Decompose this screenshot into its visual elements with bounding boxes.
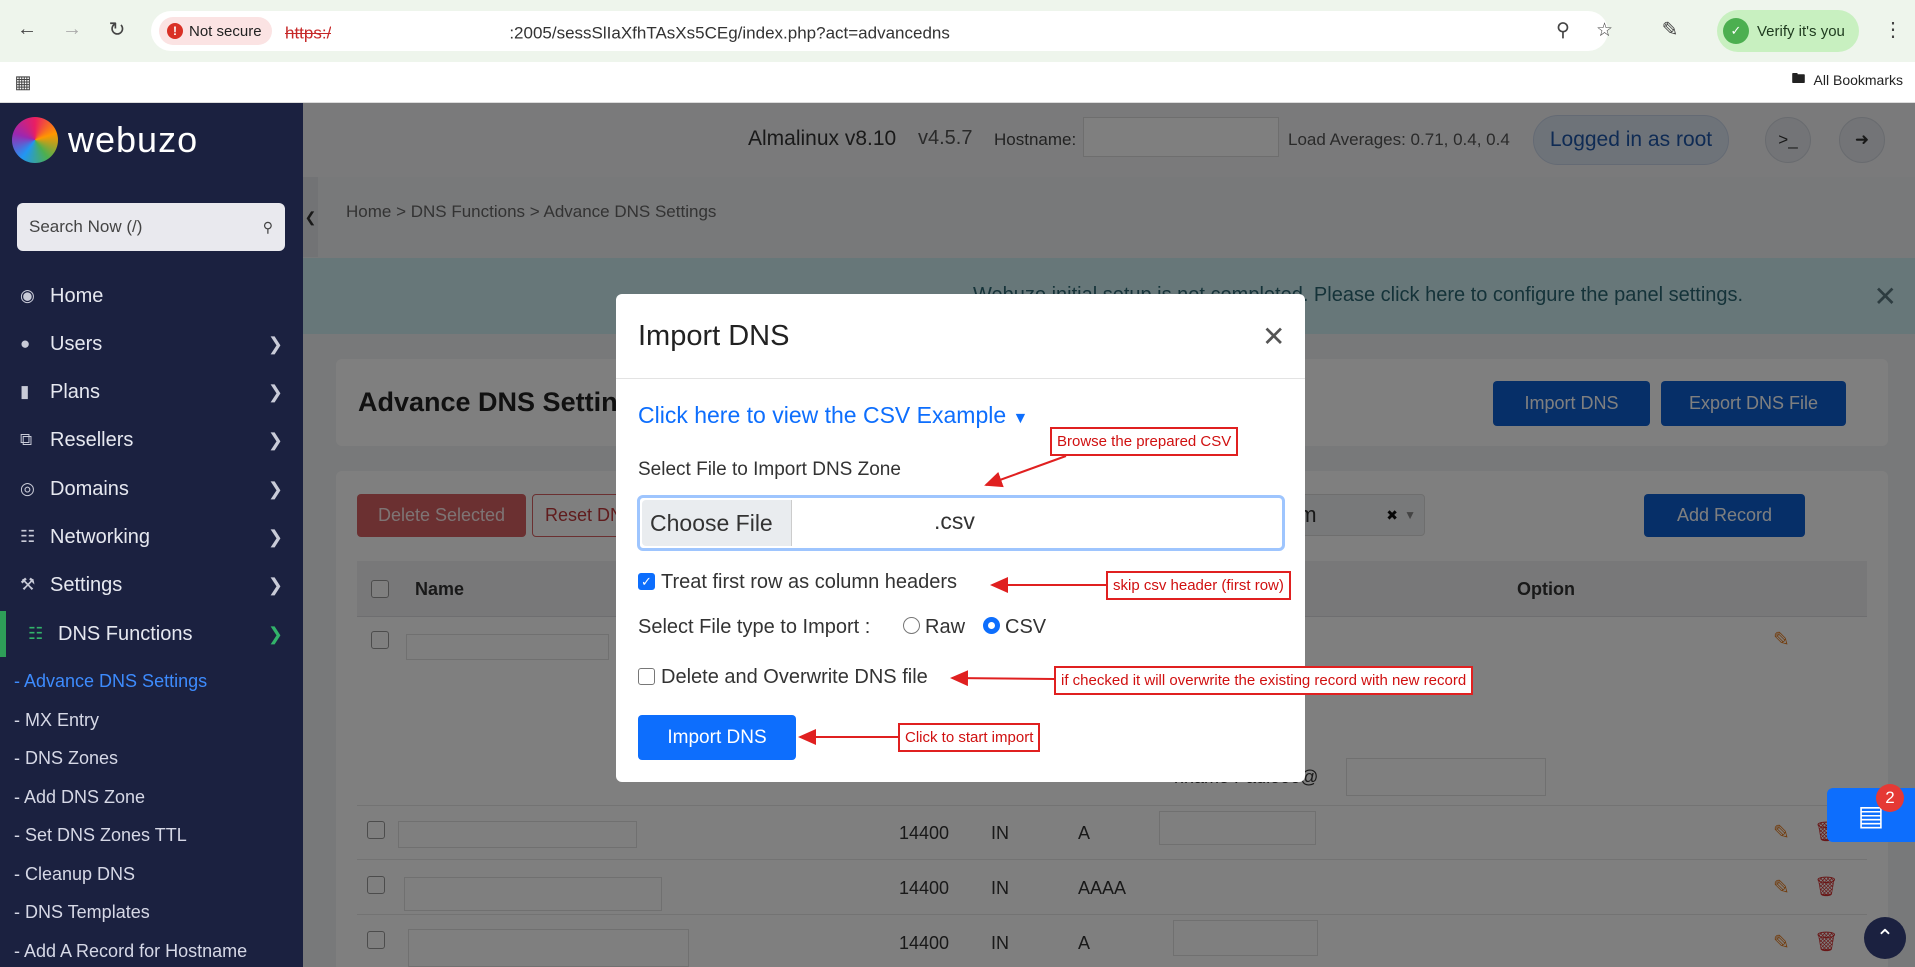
- sidebar-item-label: Plans: [50, 380, 101, 403]
- sidebar-item-resellers[interactable]: ⧉ Resellers ❯: [0, 417, 303, 463]
- back-icon[interactable]: ←: [12, 14, 42, 44]
- modal-title: Import DNS: [638, 320, 790, 352]
- file-name: .csv: [934, 508, 975, 534]
- sidebar-sub-set-ttl[interactable]: - Set DNS Zones TTL: [14, 825, 187, 846]
- menu-icon[interactable]: ⋮: [1878, 14, 1908, 44]
- shield-icon: ✓: [1723, 18, 1749, 44]
- verify-label: Verify it's you: [1757, 22, 1845, 40]
- network-icon: ☷: [20, 527, 36, 546]
- import-dns-modal: Import DNS ✕ Click here to view the CSV …: [616, 294, 1305, 782]
- sidebar-sub-mx-entry[interactable]: - MX Entry: [14, 710, 99, 731]
- all-bookmarks[interactable]: 🖿 All Bookmarks: [1792, 68, 1903, 92]
- chevron-right-icon: ❯: [267, 478, 283, 499]
- wrench-icon: ⚒: [20, 575, 36, 594]
- sidebar-search-input[interactable]: Search Now (/) ⚲: [17, 203, 285, 251]
- file-input[interactable]: Choose File .csv: [637, 495, 1285, 551]
- annotation-overwrite: if checked it will overwrite the existin…: [1054, 666, 1474, 695]
- overwrite-checkbox[interactable]: [638, 668, 655, 685]
- url-scheme: https:/: [285, 23, 332, 43]
- csv-example-label: Click here to view the CSV Example: [638, 402, 1007, 428]
- address-bar[interactable]: ! Not secure https:/ :2005/sessSlIaXfhTAs…: [151, 11, 1613, 51]
- treat-headers-label: Treat first row as column headers: [661, 571, 958, 593]
- sidebar-item-settings[interactable]: ⚒ Settings ❯: [0, 562, 303, 608]
- logo-text: webuzo: [68, 119, 199, 160]
- csv-example-link[interactable]: Click here to view the CSV Example ▼: [638, 402, 1028, 429]
- overwrite-label: Delete and Overwrite DNS file: [661, 666, 928, 688]
- notification-badge: 2: [1876, 784, 1904, 812]
- verify-identity-button[interactable]: ✓ Verify it's you: [1717, 10, 1859, 52]
- logo-icon: [12, 117, 58, 163]
- reload-icon[interactable]: ↻: [102, 14, 132, 44]
- sidebar-item-domains[interactable]: ◎ Domains ❯: [0, 466, 303, 512]
- sidebar-item-home[interactable]: ◉ Home: [0, 273, 303, 319]
- copy-icon: ⧉: [20, 430, 33, 449]
- annotation-skip-header: skip csv header (first row): [1106, 571, 1291, 600]
- search-placeholder: Search Now (/): [29, 217, 143, 236]
- not-secure-label: Not secure: [189, 22, 262, 40]
- extensions-icon[interactable]: ✎: [1655, 14, 1685, 44]
- raw-radio[interactable]: [903, 617, 920, 634]
- sidebar-item-label: DNS Functions: [58, 622, 193, 645]
- sidebar-sub-dns-zones[interactable]: - DNS Zones: [14, 748, 118, 769]
- sidebar-sub-add-dns-zone[interactable]: - Add DNS Zone: [14, 787, 145, 808]
- folder-icon: 🖿: [1791, 70, 1806, 86]
- user-icon: ●: [20, 334, 31, 353]
- chevron-right-icon: ❯: [267, 526, 283, 547]
- sidebar-item-label: Home: [50, 284, 104, 307]
- star-icon[interactable]: ☆: [1596, 19, 1613, 42]
- zoom-icon[interactable]: ⚲: [1556, 19, 1570, 42]
- sidebar-item-users[interactable]: ● Users ❯: [0, 321, 303, 367]
- chevron-right-icon: ❯: [267, 574, 283, 595]
- warning-icon: !: [167, 23, 183, 39]
- sitemap-icon: ☷: [28, 624, 44, 643]
- annotation-browse: Browse the prepared CSV: [1050, 427, 1239, 456]
- browser-toolbar: ← → ↻ ! Not secure https:/ :2005/sessSlIa…: [0, 0, 1915, 62]
- close-icon[interactable]: ✕: [1262, 320, 1285, 353]
- modal-divider: [616, 378, 1305, 379]
- annotation-start: Click to start import: [898, 723, 1041, 752]
- chevron-right-icon: ❯: [267, 623, 283, 644]
- scroll-top-icon[interactable]: ⌃: [1864, 917, 1906, 959]
- choose-file-button[interactable]: Choose File: [642, 500, 792, 546]
- csv-label: CSV: [1005, 616, 1047, 638]
- logo[interactable]: webuzo: [12, 117, 198, 163]
- sidebar-item-networking[interactable]: ☷ Networking ❯: [0, 514, 303, 560]
- palette-icon: ◉: [20, 286, 35, 305]
- sidebar-item-label: Resellers: [50, 428, 134, 451]
- file-label: Select File to Import DNS Zone: [638, 459, 901, 480]
- sidebar-item-label: Users: [50, 332, 103, 355]
- sidebar-item-label: Networking: [50, 525, 151, 548]
- sidebar-item-label: Domains: [50, 477, 129, 500]
- chevron-right-icon: ❯: [267, 333, 283, 354]
- bookmarks-bar: ▦: [0, 62, 1915, 103]
- sidebar-item-dns-functions[interactable]: ☷ DNS Functions ❯: [0, 611, 303, 657]
- sidebar-sub-advance-dns[interactable]: - Advance DNS Settings: [14, 671, 207, 692]
- sidebar-item-label: Settings: [50, 573, 123, 596]
- globe-icon: ◎: [20, 479, 35, 498]
- chevron-right-icon: ❯: [267, 381, 283, 402]
- sidebar-sub-cleanup-dns[interactable]: - Cleanup DNS: [14, 864, 135, 885]
- file-type-label: Select File type to Import :: [638, 616, 871, 638]
- book-icon: ▮: [20, 382, 30, 401]
- sidebar: webuzo Search Now (/) ⚲ ◉ Home ● Users ❯ ▮ P…: [0, 103, 303, 967]
- sidebar-sub-dns-templates[interactable]: - DNS Templates: [14, 902, 150, 923]
- redacted-host: [331, 13, 510, 47]
- sidebar-sub-add-a-record[interactable]: - Add A Record for Hostname: [14, 941, 247, 962]
- forward-icon[interactable]: →: [57, 14, 87, 44]
- raw-label: Raw: [925, 616, 966, 638]
- all-bookmarks-label: All Bookmarks: [1813, 72, 1903, 88]
- url-path: :2005/sessSlIaXfhTAsXs5CEg/index.php?act…: [509, 23, 950, 43]
- treat-headers-checkbox[interactable]: ✓: [638, 573, 655, 590]
- caret-down-icon: ▼: [1012, 410, 1029, 427]
- url-text[interactable]: https:/ :2005/sessSlIaXfhTAsXs5CEg/index.…: [285, 13, 950, 47]
- csv-radio[interactable]: [983, 617, 1000, 634]
- import-dns-submit-button[interactable]: Import DNS: [638, 715, 796, 760]
- apps-icon[interactable]: ▦: [8, 67, 38, 97]
- search-icon: ⚲: [262, 218, 273, 235]
- chevron-right-icon: ❯: [267, 429, 283, 450]
- sidebar-item-plans[interactable]: ▮ Plans ❯: [0, 369, 303, 415]
- not-secure-chip[interactable]: ! Not secure: [159, 17, 272, 45]
